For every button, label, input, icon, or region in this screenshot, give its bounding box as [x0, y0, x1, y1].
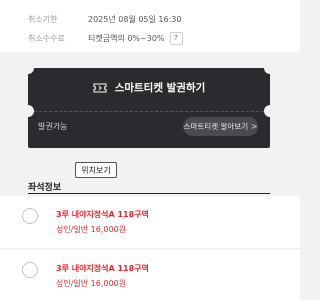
cancellation-info-card: 취소기한 2025년 08월 05일 16:30 취소수수료 티켓금액의 0%~… — [0, 0, 300, 52]
ticket-notch — [264, 62, 276, 74]
cancel-fee-help-button[interactable]: ? — [169, 31, 183, 45]
seat-location: 3루 내야지정석A 118구역 — [56, 210, 149, 219]
seat-select-radio[interactable] — [22, 208, 38, 224]
ticket-perforation — [34, 111, 264, 112]
seat-select-radio[interactable] — [22, 262, 38, 278]
smart-ticket-card: 스마트티켓 발권하기 — [22, 62, 276, 148]
cancel-fee-value: 티켓금액의 0%~30% — [88, 33, 165, 43]
smart-ticket-title: 스마트티켓 발권하기 — [114, 82, 206, 94]
seat-location: 3루 내야지정석A 118구역 — [56, 264, 149, 273]
issuable-status: 발권가능 — [38, 122, 68, 131]
cancel-fee-row: 취소수수료 티켓금액의 0%~30% ? — [28, 31, 183, 45]
seat-price: 성인/일반 16,000원 — [56, 225, 127, 234]
ticket-notch — [264, 105, 276, 117]
view-location-tooltip[interactable]: 위치보기 — [75, 162, 117, 178]
ticket-notch — [22, 105, 34, 117]
seat-item[interactable]: 3루 내야지정석A 118구역 성인/일반 16,000원 — [0, 196, 300, 246]
seat-price: 성인/일반 16,000원 — [56, 279, 127, 288]
ticket-notch — [22, 62, 34, 74]
ticket-icon — [93, 83, 107, 92]
seat-info-title: 좌석정보 — [28, 183, 62, 193]
chevron-right-icon: > — [251, 122, 258, 131]
seat-item[interactable]: 3루 내야지정석A 118구역 성인/일반 16,000원 — [0, 250, 300, 300]
smart-ticket-issue-button[interactable]: 스마트티켓 발권하기 — [28, 80, 270, 95]
learn-more-label: 스마트티켓 알아보기 — [183, 122, 249, 131]
seat-list: 3루 내야지정석A 118구역 성인/일반 16,000원 3루 내야지정석A … — [0, 196, 300, 300]
seat-info-underline — [28, 193, 270, 194]
cancel-fee-label: 취소수수료 — [28, 33, 65, 43]
smart-ticket-learn-more-button[interactable]: 스마트티켓 알아보기 > — [183, 117, 258, 136]
cancel-deadline-value: 2025년 08월 05일 16:30 — [88, 14, 182, 24]
seat-divider — [0, 248, 300, 249]
cancel-deadline-row: 취소기한 2025년 08월 05일 16:30 — [28, 12, 181, 26]
cancel-deadline-label: 취소기한 — [28, 14, 58, 24]
